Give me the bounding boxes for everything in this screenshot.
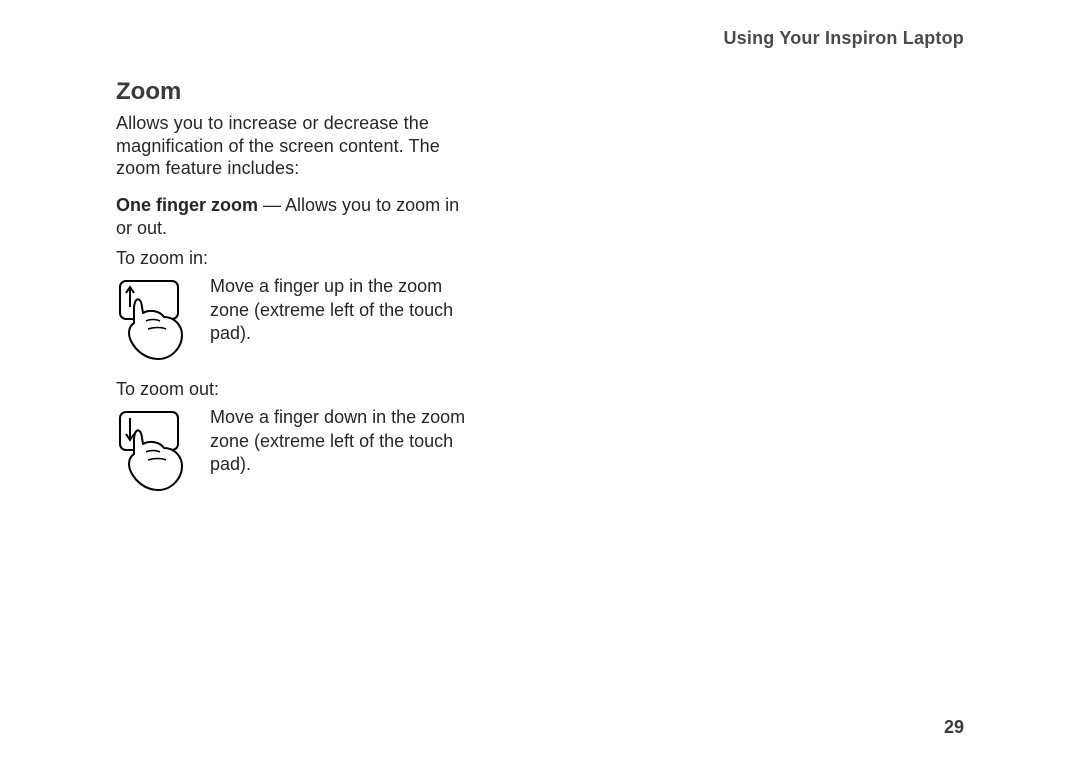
- zoom-out-row: Move a finger down in the zoom zone (ext…: [116, 404, 468, 494]
- feature-dash: —: [258, 195, 285, 215]
- zoom-in-label: To zoom in:: [116, 248, 468, 269]
- zoom-out-label: To zoom out:: [116, 379, 468, 400]
- main-column: Zoom Allows you to increase or decrease …: [116, 78, 468, 510]
- zoom-in-text: Move a finger up in the zoom zone (extre…: [210, 273, 468, 345]
- feature-name: One finger zoom: [116, 195, 258, 215]
- zoom-in-row: Move a finger up in the zoom zone (extre…: [116, 273, 468, 363]
- zoom-out-text: Move a finger down in the zoom zone (ext…: [210, 404, 468, 476]
- manual-page: Using Your Inspiron Laptop Zoom Allows y…: [0, 0, 1080, 766]
- running-head: Using Your Inspiron Laptop: [723, 28, 964, 49]
- feature-line: One finger zoom — Allows you to zoom in …: [116, 194, 468, 241]
- finger-up-icon: [116, 273, 198, 363]
- page-number: 29: [944, 717, 964, 738]
- intro-paragraph: Allows you to increase or decrease the m…: [116, 112, 468, 180]
- section-heading: Zoom: [116, 78, 468, 106]
- finger-down-icon: [116, 404, 198, 494]
